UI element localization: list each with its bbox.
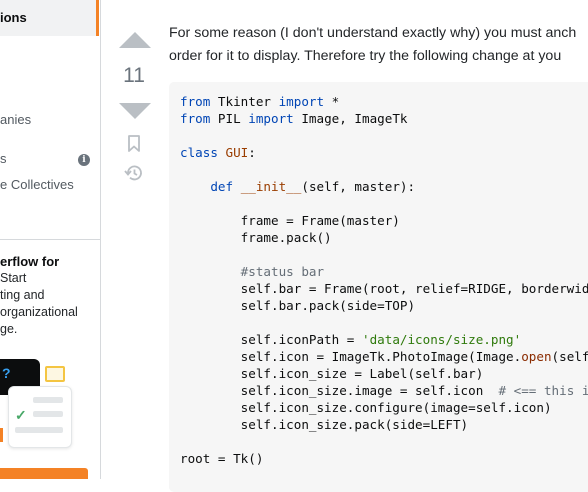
- code-line: self.icon_size.image = self.icon # <== t…: [180, 383, 588, 398]
- promo-title: erflow for: [0, 254, 60, 269]
- placeholder-bar: [33, 411, 63, 417]
- code-line: self.bar = Frame(root, relief=RIDGE, bor…: [180, 281, 588, 296]
- code-line: self.icon_size.configure(image=self.icon…: [180, 400, 552, 415]
- answer-body: For some reason (I don't understand exac…: [169, 22, 588, 68]
- code-line: frame.pack(): [180, 230, 332, 245]
- code-line: from Tkinter import *: [180, 94, 340, 109]
- code-line: class GUI:: [180, 145, 256, 160]
- code-line: ​: [180, 127, 588, 144]
- code-line: ​: [180, 433, 588, 450]
- sidebar-item-explore-collectives[interactable]: e Collectives: [0, 177, 74, 192]
- check-icon: ✓: [15, 407, 27, 423]
- code-content: from Tkinter import * from PIL import Ima…: [180, 93, 588, 467]
- promo-text-line: ge.: [0, 322, 18, 336]
- bookmark-icon[interactable]: [128, 135, 140, 152]
- chat-icon: [45, 366, 65, 382]
- promo-button[interactable]: [0, 468, 88, 479]
- code-line: ​: [180, 195, 588, 212]
- down-arrow-icon[interactable]: [119, 103, 151, 119]
- answer-text-line: For some reason (I don't understand exac…: [169, 25, 577, 41]
- code-line: self.icon = ImageTk.PhotoImage(Image.ope…: [180, 349, 588, 364]
- code-line: frame = Frame(master): [180, 213, 400, 228]
- info-icon[interactable]: i: [78, 154, 90, 166]
- code-line: ​: [180, 246, 588, 263]
- question-mark-icon: ?: [2, 365, 11, 381]
- sidebar-item-label: ions: [0, 10, 27, 25]
- code-line: ​: [180, 161, 588, 178]
- code-line: ​: [180, 314, 588, 331]
- code-block[interactable]: from Tkinter import * from PIL import Ima…: [169, 82, 588, 492]
- sidebar-divider: [0, 239, 100, 240]
- promo-illustration-card: ✓: [8, 386, 72, 448]
- up-arrow-icon[interactable]: [119, 32, 151, 48]
- left-sidebar: ions anies s i e Collectives erflow for …: [0, 0, 101, 479]
- sidebar-item-companies[interactable]: anies: [0, 112, 31, 127]
- code-line: root = Tk(): [180, 451, 264, 466]
- sidebar-item-collectives[interactable]: s: [0, 151, 7, 166]
- code-line: self.icon_size.pack(side=LEFT): [180, 417, 469, 432]
- code-line: self.icon_size = Label(self.bar): [180, 366, 484, 381]
- code-line: #status bar: [240, 264, 325, 279]
- code-line: self.iconPath = 'data/icons/size.png': [180, 332, 522, 347]
- answer-text-line: order for it to display. Therefore try t…: [169, 48, 562, 64]
- history-icon[interactable]: [124, 164, 144, 182]
- placeholder-bar: [15, 427, 63, 433]
- sidebar-item-questions[interactable]: ions: [0, 0, 99, 36]
- placeholder-bar: [33, 397, 63, 403]
- vote-count: 11: [123, 64, 145, 87]
- code-line: self.bar.pack(side=TOP): [180, 298, 416, 313]
- promo-text-line: ting and: [0, 288, 45, 302]
- promo-text-line: Start: [0, 271, 27, 285]
- promo-text-line: organizational: [0, 305, 78, 319]
- code-line: from PIL import Image, ImageTk: [180, 111, 408, 126]
- code-line: def __init__(self, master):: [210, 179, 416, 194]
- promo-accent: [0, 428, 3, 442]
